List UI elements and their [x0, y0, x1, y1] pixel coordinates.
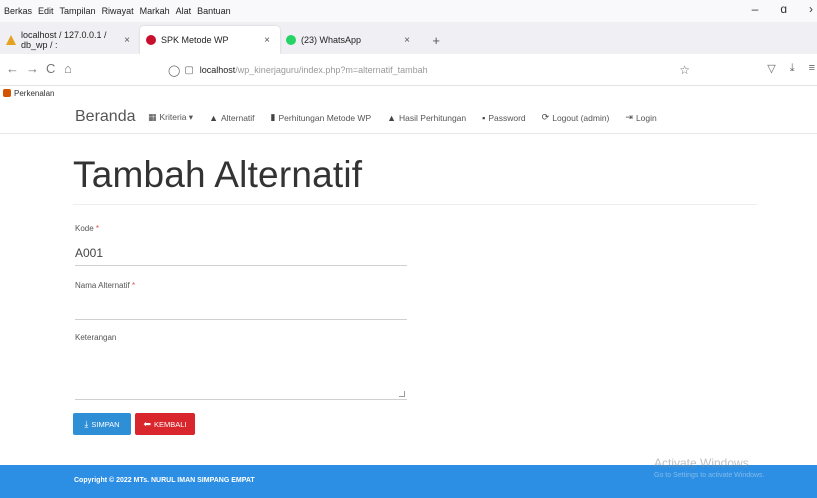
nav-login[interactable]: ⇥ Login: [625, 112, 656, 123]
button-label: SIMPAN: [91, 419, 120, 429]
login-icon: ⇥: [625, 112, 633, 122]
user-icon: ▲: [387, 112, 397, 123]
site-nav-links: ▦ Kriteria ▾ ▲ Alternatif ▮ Perhitungan …: [148, 112, 673, 123]
nav-kriteria[interactable]: ▦ Kriteria ▾: [148, 112, 193, 123]
nav-password[interactable]: ▪ Password: [482, 112, 526, 123]
whatsapp-icon: [286, 35, 296, 45]
menu-tampilan[interactable]: Tampilan: [60, 6, 96, 16]
tab-spk[interactable]: SPK Metode WP ×: [140, 26, 280, 54]
new-tab-icon[interactable]: +: [432, 33, 440, 48]
home-icon[interactable]: ⌂: [64, 62, 72, 76]
menu-edit[interactable]: Edit: [38, 6, 54, 16]
windows-watermark: Activate Windows: [654, 456, 749, 470]
menu-bantuan[interactable]: Bantuan: [197, 6, 231, 16]
page-icon: ▢: [184, 64, 194, 76]
navigation-bar: ← → C ⌂ ◯ ▢ localhost /wp_kinerjaguru/in…: [0, 54, 817, 86]
site-navbar: Beranda ▦ Kriteria ▾ ▲ Alternatif ▮ Perh…: [0, 100, 817, 134]
minimize-icon[interactable]: –: [752, 2, 759, 16]
nav-logout[interactable]: ⟳ Logout (admin): [542, 112, 610, 123]
shield-icon: ◯: [168, 64, 181, 77]
database-icon: [6, 35, 16, 45]
lock-icon: ▪: [482, 112, 486, 123]
label-text: Kode: [75, 224, 94, 233]
bookmark-perkenalan[interactable]: Perkenalan: [14, 89, 54, 98]
brand-beranda[interactable]: Beranda: [75, 108, 136, 126]
kembali-button[interactable]: ⬅ KEMBALI: [135, 413, 195, 435]
close-tab-icon[interactable]: ×: [264, 35, 270, 46]
menu-riwayat[interactable]: Riwayat: [102, 6, 134, 16]
user-icon: ▲: [209, 112, 218, 123]
grid-icon: ▦: [148, 112, 157, 122]
pocket-icon[interactable]: ▽: [767, 62, 775, 75]
window-controls: – ɑ ›: [752, 2, 813, 16]
bookmarks-bar: Perkenalan: [0, 86, 817, 100]
bookmark-icon: [3, 89, 11, 97]
divider: [73, 204, 757, 205]
kode-input[interactable]: A001: [75, 244, 407, 266]
close-window-icon[interactable]: ›: [809, 2, 813, 16]
page-title: Tambah Alternatif: [73, 154, 363, 195]
resize-grip-icon[interactable]: [399, 391, 405, 397]
forward-icon[interactable]: →: [26, 62, 39, 76]
nav-alternatif[interactable]: ▲ Alternatif: [209, 112, 254, 123]
download-icon[interactable]: ⤓: [790, 62, 795, 75]
simpan-button[interactable]: ⤓ SIMPAN: [73, 413, 131, 435]
nav-label: Logout (admin): [552, 112, 610, 123]
menu-bar: Berkas Edit Tampilan Riwayat Markah Alat…: [0, 0, 817, 22]
nav-label: Login: [635, 112, 657, 123]
nav-label: Kriteria ▾: [159, 112, 194, 122]
menu-markah[interactable]: Markah: [140, 6, 170, 16]
windows-watermark-sub: Go to Settings to activate Windows.: [654, 472, 765, 479]
close-tab-icon[interactable]: ×: [404, 35, 410, 46]
url-host: localhost: [199, 65, 236, 75]
close-tab-icon[interactable]: ×: [124, 35, 130, 46]
menu-berkas[interactable]: Berkas: [4, 6, 32, 16]
label-text: Keterangan: [75, 333, 117, 342]
address-bar[interactable]: ◯ ▢ localhost /wp_kinerjaguru/index.php?…: [150, 59, 710, 81]
tab-whatsapp[interactable]: (23) WhatsApp × +: [280, 26, 440, 54]
url-path: /wp_kinerjaguru/index.php?m=alternatif_t…: [235, 65, 428, 75]
nama-alternatif-input[interactable]: [75, 302, 407, 320]
back-icon[interactable]: ←: [6, 62, 19, 76]
tab-title: (23) WhatsApp: [301, 35, 362, 45]
save-icon: ⤓: [84, 418, 89, 429]
label-text: Nama Alternatif: [75, 281, 130, 290]
nav-label: Perhitungan Metode WP: [278, 112, 372, 123]
copyright-text: Copyright © 2022 MTs. NURUL IMAN SIMPANG…: [74, 477, 255, 484]
arrow-left-icon: ⬅: [143, 418, 152, 429]
menu-icon[interactable]: ≡: [809, 62, 815, 75]
tab-phpmyadmin[interactable]: localhost / 127.0.0.1 / db_wp / : ×: [0, 26, 140, 54]
nav-perhitungan[interactable]: ▮ Perhitungan Metode WP: [271, 112, 372, 123]
toolbar-icons: ▽ ⤓ ≡: [767, 62, 815, 75]
tab-title: SPK Metode WP: [161, 35, 229, 45]
app-icon: [146, 35, 156, 45]
tab-title: localhost / 127.0.0.1 / db_wp / :: [21, 30, 107, 50]
nav-hasil[interactable]: ▲ Hasil Perhitungan: [387, 112, 466, 123]
nav-label: Alternatif: [221, 112, 255, 123]
keterangan-textarea[interactable]: [75, 354, 407, 400]
button-label: KEMBALI: [154, 419, 187, 429]
nav-label: Password: [488, 112, 526, 123]
maximize-icon[interactable]: ɑ: [780, 2, 787, 16]
nav-label: Hasil Perhitungan: [399, 112, 467, 123]
kode-label: Kode *: [75, 224, 99, 233]
logout-icon: ⟳: [541, 112, 550, 122]
required-mark: *: [131, 281, 136, 290]
nama-label: Nama Alternatif *: [75, 281, 135, 290]
required-mark: *: [95, 224, 100, 233]
tab-strip: localhost / 127.0.0.1 / db_wp / : × SPK …: [0, 22, 817, 54]
menu-alat[interactable]: Alat: [176, 6, 192, 16]
reload-icon[interactable]: C: [46, 62, 55, 76]
bar-chart-icon: ▮: [270, 112, 276, 122]
bookmark-star-icon[interactable]: ☆: [679, 63, 690, 77]
keterangan-label: Keterangan: [75, 333, 116, 342]
